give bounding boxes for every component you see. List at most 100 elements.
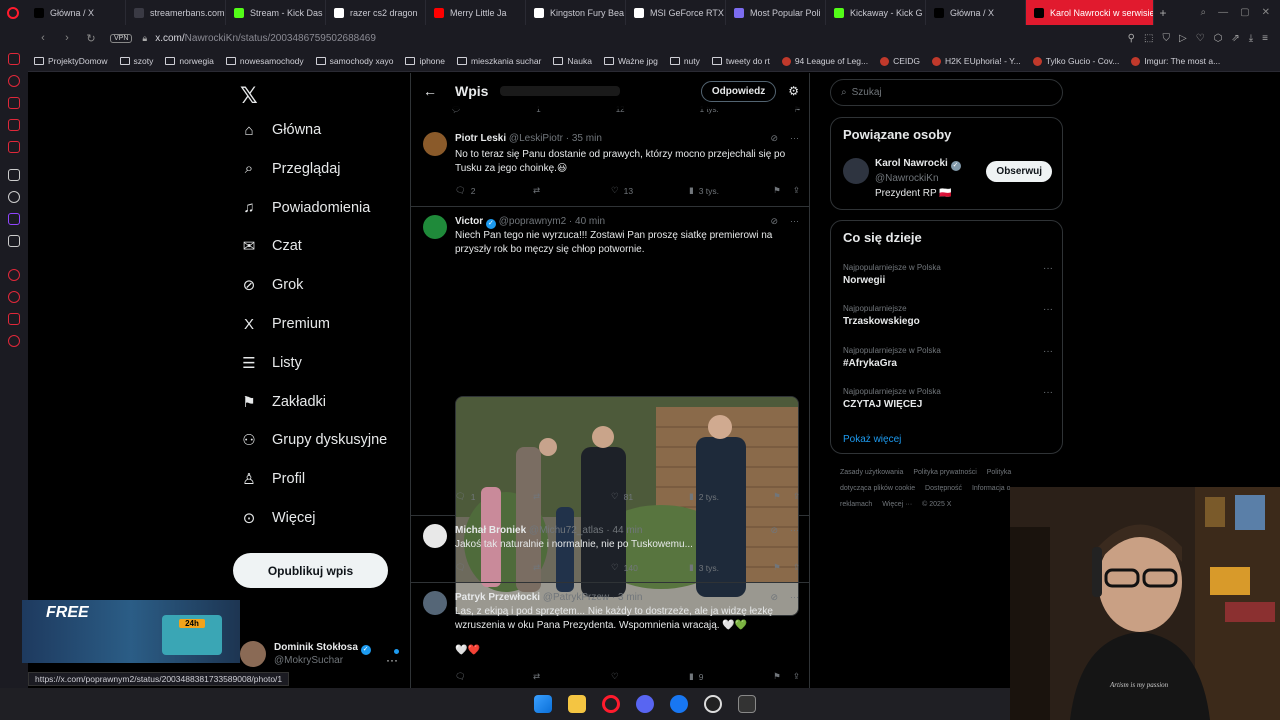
more-icon[interactable]: ··· — [1043, 304, 1053, 315]
bookmark-item[interactable]: Tylko Gucio - Cov... — [1032, 56, 1119, 66]
shield-icon[interactable]: ⛉ — [1162, 33, 1170, 44]
grok-icon[interactable]: ⊘ — [770, 525, 778, 536]
tweet-time[interactable]: · 40 min — [569, 216, 605, 227]
like-action[interactable]: ♡ 81 — [611, 491, 689, 502]
more-icon[interactable]: ··· — [1043, 263, 1053, 274]
views-action[interactable]: ▮ 9 — [689, 671, 767, 682]
bookmark-item[interactable]: H2K EUphoria! - Y... — [932, 56, 1021, 66]
retweet-action[interactable]: ⇄ — [533, 562, 611, 573]
nav-item-8[interactable]: ⚑ Zakładki — [240, 393, 326, 411]
tweet[interactable]: Michał Broniek @Michu72_atlas · 44 min ⊘ ·… — [411, 516, 809, 583]
tweet-author-handle[interactable]: @PatrykPrzew — [543, 592, 609, 603]
more-icon[interactable]: ··· — [1043, 387, 1053, 398]
x-sidebar-icon[interactable] — [8, 235, 20, 247]
share-icon[interactable]: ⇪ — [793, 185, 800, 196]
chatgpt-icon[interactable] — [8, 191, 20, 203]
account-more-icon[interactable]: ··· — [386, 653, 398, 667]
more-icon[interactable]: ··· — [1043, 346, 1053, 357]
heart-icon[interactable]: ♡ — [1196, 33, 1205, 44]
views-action[interactable]: ▮ 3 tys. — [689, 185, 767, 196]
like-action[interactable]: ♡ 13 — [611, 185, 689, 196]
terminal-icon[interactable] — [738, 695, 756, 713]
footer-link[interactable]: Dostępność — [925, 485, 962, 492]
reply-action[interactable]: 🗨︎ 2 — [455, 185, 533, 196]
bookmark-item[interactable]: CEIDG — [880, 56, 920, 66]
nav-item-6[interactable]: X Premium — [240, 315, 330, 333]
x-logo-icon[interactable]: 𝕏 — [240, 83, 258, 109]
download-icon[interactable]: ⤓ — [1249, 33, 1253, 44]
views-action[interactable]: ▮ 3 tys. — [689, 562, 767, 573]
nav-item-2[interactable]: ⌕ Przeglądaj — [240, 160, 341, 178]
bookmark-icon[interactable]: ⚑ — [773, 562, 781, 573]
grok-icon[interactable]: ⊘ — [770, 592, 778, 603]
retweet-action[interactable]: ⇄ — [533, 491, 611, 502]
browser-tab[interactable]: streamerbans.com — [126, 0, 226, 25]
extensions-icon[interactable]: ⬡ — [1214, 33, 1223, 44]
footer-link[interactable]: Więcej ··· — [882, 501, 912, 508]
nav-item-1[interactable]: ⌂ Główna — [240, 121, 321, 139]
grok-icon[interactable]: ⊘ — [770, 133, 778, 144]
bookmark-item[interactable]: iphone — [405, 56, 445, 66]
trend-item[interactable]: Najpopularniejsze w Polska #AfrykaGra ··… — [843, 346, 1053, 369]
bookmark-item[interactable]: tweety do rt — [711, 56, 770, 66]
reload-icon[interactable]: ↻ — [82, 32, 100, 45]
more-icon[interactable]: ··· — [790, 133, 799, 144]
steam-icon[interactable] — [704, 695, 722, 713]
share-icon[interactable]: ⇪ — [793, 491, 800, 502]
twitch-icon[interactable] — [8, 213, 20, 225]
tweet[interactable]: Patryk Przewłocki @PatrykPrzew · 3 min ⊘ ·… — [411, 583, 809, 688]
timer-icon[interactable] — [8, 291, 20, 303]
new-tab-button[interactable]: + — [1154, 6, 1172, 20]
retweet-action[interactable]: ⇄ — [533, 185, 611, 196]
reply-button[interactable]: Odpowiedz — [700, 80, 777, 102]
browser-tab[interactable]: Kickaway - Kick G — [826, 0, 926, 25]
bookmark-item[interactable]: Ważne jpg — [603, 56, 658, 66]
opera-taskbar-icon[interactable] — [602, 695, 620, 713]
discord-icon[interactable] — [636, 695, 654, 713]
bookmark-item[interactable]: nuty — [669, 56, 700, 66]
play-icon[interactable]: ▷ — [1179, 33, 1187, 44]
forward-icon[interactable]: › — [58, 32, 76, 44]
views-action[interactable]: ▮ 2 tys. — [689, 491, 767, 502]
browser-tab[interactable]: Merry Little Ja — [426, 0, 526, 25]
share-icon[interactable]: ⇪ — [793, 562, 800, 573]
clock-icon[interactable] — [8, 269, 20, 281]
tweet-author-handle[interactable]: @poprawnym2 — [499, 216, 566, 227]
search-tabs-icon[interactable]: ⌕ — [1201, 7, 1207, 18]
extension-icon[interactable] — [8, 313, 20, 325]
publish-button[interactable]: Opublikuj wpis — [233, 553, 388, 588]
tweet-author-name[interactable]: Patryk Przewłocki — [455, 592, 540, 603]
close-icon[interactable]: ✕ — [1262, 7, 1270, 18]
search-input[interactable]: ⌕ Szukaj — [830, 79, 1063, 106]
facebook-icon[interactable] — [670, 695, 688, 713]
bookmark-item[interactable]: mieszkania suchar — [457, 56, 541, 66]
back-icon[interactable]: ‹ — [34, 32, 52, 44]
tweet-time[interactable]: · 3 min — [612, 592, 643, 603]
file-explorer-icon[interactable] — [568, 695, 586, 713]
footer-link[interactable]: Zasady użytkowania — [840, 469, 903, 476]
tweet-time[interactable]: · 35 min — [566, 133, 602, 144]
menu-icon[interactable]: ≡ — [1262, 33, 1268, 44]
browser-tab[interactable]: Most Popular Poli — [726, 0, 826, 25]
tweet-author-name[interactable]: Victor — [455, 216, 483, 227]
messenger-icon[interactable] — [8, 53, 20, 65]
nav-item-7[interactable]: ☰ Listy — [240, 354, 302, 372]
avatar[interactable] — [423, 524, 447, 548]
back-arrow-icon[interactable]: ← — [423, 83, 437, 99]
share-icon[interactable]: ⇪ — [793, 671, 800, 682]
browser-tab[interactable]: razer cs2 dragon — [326, 0, 426, 25]
nav-item-9[interactable]: ⚇ Grupy dyskusyjne — [240, 431, 387, 449]
history-icon[interactable] — [8, 75, 20, 87]
bookmark-item[interactable]: nowesamochody — [225, 56, 304, 66]
tweet[interactable]: Victor ✓ @poprawnym2 · 40 min ⊘ ··· Niech P… — [411, 207, 809, 616]
bookmark-item[interactable]: Nauka — [553, 56, 592, 66]
bookmark-item[interactable]: 94 League of Leg... — [781, 56, 868, 66]
bookmark-icon[interactable]: ⚑ — [773, 185, 781, 196]
account-switcher[interactable]: Dominik Stokłosa ✓ @MokrySuchar — [240, 641, 371, 667]
news-icon[interactable] — [8, 119, 20, 131]
pin-icon[interactable]: ⚲ — [1128, 33, 1135, 44]
bookmark-icon[interactable]: ⚑ — [773, 491, 781, 502]
filter-icon[interactable]: ⚙︎ — [788, 84, 799, 98]
like-action[interactable]: ♡ — [611, 671, 689, 682]
bookmark-icon[interactable]: ⚑ — [773, 671, 781, 682]
